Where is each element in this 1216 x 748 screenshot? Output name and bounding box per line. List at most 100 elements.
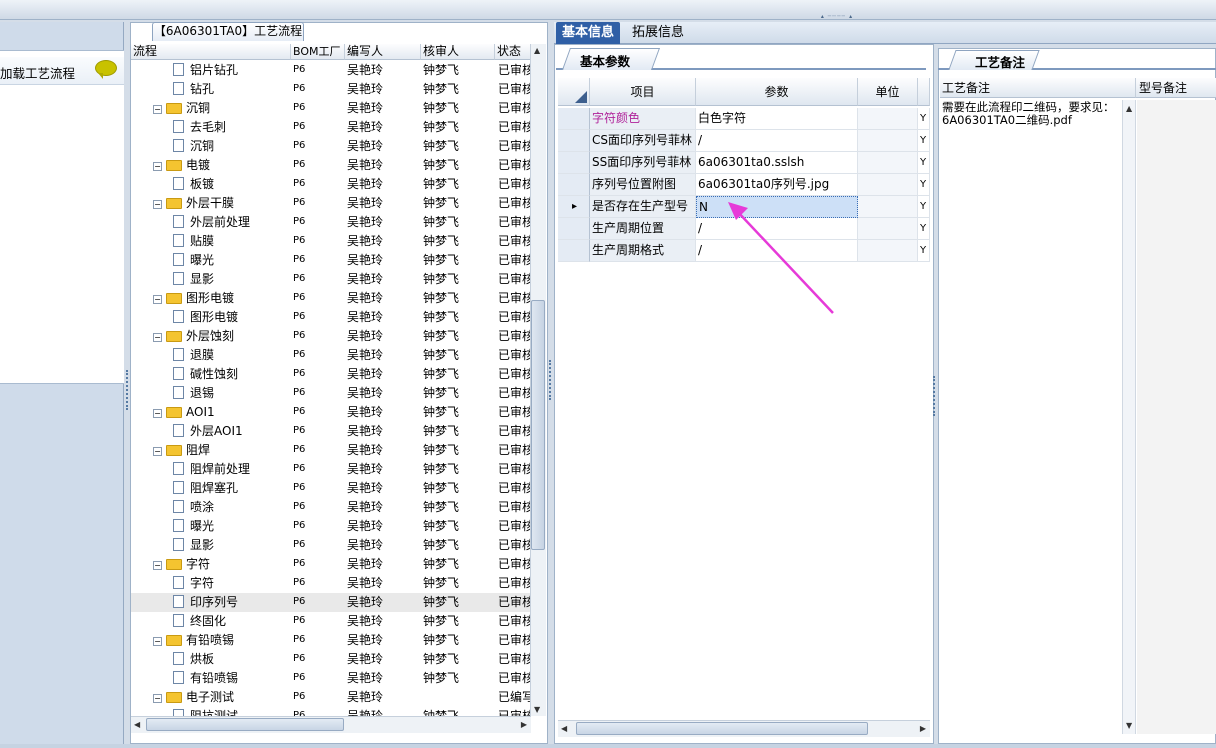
tab-basic-info[interactable]: 基本信息 [556,22,621,44]
param-row[interactable]: CS面印序列号菲林 / Y [558,130,930,152]
tree-row[interactable]: − 字符 P6 吴艳玲 钟梦飞 已审核 [131,555,531,574]
tree-row[interactable]: 字符 P6 吴艳玲 钟梦飞 已审核 [131,574,531,593]
tree-row[interactable]: 阻抗测试 P6 吴艳玲 钟梦飞 已审核 [131,707,531,716]
process-note-text[interactable]: 需要在此流程印二维码，要求见：6A06301TA0二维码.pdf [940,100,1122,720]
collapse-toggle-icon[interactable]: − [153,637,162,646]
row-selector[interactable] [558,218,590,240]
column-header-flow[interactable]: 流程 [131,44,291,60]
tree-row[interactable]: − 电镀 P6 吴艳玲 钟梦飞 已审核 [131,156,531,175]
tree-row[interactable]: 碱性蚀刻 P6 吴艳玲 钟梦飞 已审核 [131,365,531,384]
scroll-up-icon[interactable]: ▲ [534,46,540,55]
tree-node[interactable]: 图形电镀 [131,308,291,326]
param-unit-cell[interactable] [858,218,918,240]
scroll-right-icon[interactable]: ▶ [521,720,527,729]
tree-node[interactable]: − AOI1 [131,403,291,421]
column-header-model-note[interactable]: 型号备注 [1136,78,1216,98]
row-selector[interactable] [558,130,590,152]
column-header-param[interactable]: 参数 [696,78,858,106]
tree-row[interactable]: 退膜 P6 吴艳玲 钟梦飞 已审核 [131,346,531,365]
tree-row[interactable]: 外层AOI1 P6 吴艳玲 钟梦飞 已审核 [131,422,531,441]
collapse-toggle-icon[interactable]: − [153,105,162,114]
param-unit-cell[interactable] [858,152,918,174]
collapse-toggle-icon[interactable]: − [153,561,162,570]
tree-node[interactable]: 沉铜 [131,137,291,155]
chat-bubble-icon[interactable] [95,60,117,79]
tree-row[interactable]: 喷涂 P6 吴艳玲 钟梦飞 已审核 [131,498,531,517]
row-selector[interactable] [558,240,590,262]
tree-node[interactable]: 有铅喷锡 [131,669,291,687]
tree-row[interactable]: 板镀 P6 吴艳玲 钟梦飞 已审核 [131,175,531,194]
column-header-item[interactable]: 项目 [590,78,696,106]
tree-horizontal-scroll-thumb[interactable] [146,718,344,731]
tree-node[interactable]: 阻焊塞孔 [131,479,291,497]
collapse-toggle-icon[interactable]: − [153,200,162,209]
row-selector[interactable]: ▸ [558,196,590,218]
tree-node[interactable]: − 沉铜 [131,99,291,117]
tab-extended-info[interactable]: 拓展信息 [626,22,690,44]
scroll-up-icon[interactable]: ▲ [1126,104,1132,113]
model-note-cell[interactable] [1137,100,1216,734]
param-value-cell[interactable]: 6a06301ta0.sslsh [696,152,858,174]
tree-node[interactable]: 终固化 [131,612,291,630]
tree-node[interactable]: 铝片钻孔 [131,61,291,79]
tree-node[interactable]: 曝光 [131,251,291,269]
collapse-toggle-icon[interactable]: − [153,447,162,456]
tree-node[interactable]: 显影 [131,270,291,288]
tree-row[interactable]: 阻焊前处理 P6 吴艳玲 钟梦飞 已审核 [131,460,531,479]
scroll-down-icon[interactable]: ▼ [534,705,540,714]
tree-node[interactable]: 烘板 [131,650,291,668]
column-header-status[interactable]: 状态 [495,44,531,60]
tree-node[interactable]: 退锡 [131,384,291,402]
tree-node[interactable]: − 阻焊 [131,441,291,459]
row-header-corner[interactable] [558,78,590,106]
tree-node[interactable]: 外层AOI1 [131,422,291,440]
param-value-cell[interactable]: 6a06301ta0序列号.jpg [696,174,858,196]
tree-node[interactable]: − 字符 [131,555,291,573]
collapse-toggle-icon[interactable]: − [153,295,162,304]
tree-row[interactable]: − AOI1 P6 吴艳玲 钟梦飞 已审核 [131,403,531,422]
tree-node[interactable]: 钻孔 [131,80,291,98]
tree-node[interactable]: 字符 [131,574,291,592]
tree-node[interactable]: 阻抗测试 [131,707,291,716]
row-selector[interactable] [558,152,590,174]
tree-node[interactable]: − 外层蚀刻 [131,327,291,345]
tree-row[interactable]: 钻孔 P6 吴艳玲 钟梦飞 已审核 [131,80,531,99]
column-header-writer[interactable]: 编写人 [345,44,421,60]
tree-row[interactable]: − 阻焊 P6 吴艳玲 钟梦飞 已审核 [131,441,531,460]
process-flow-tab[interactable]: 【6A06301TA0】工艺流程 [152,22,304,41]
tree-vertical-scroll-thumb[interactable] [531,300,545,550]
column-header-reviewer[interactable]: 核审人 [421,44,495,60]
collapse-toggle-icon[interactable]: − [153,333,162,342]
tree-node[interactable]: 印序列号 [131,593,291,611]
tree-row[interactable]: 终固化 P6 吴艳玲 钟梦飞 已审核 [131,612,531,631]
param-unit-cell[interactable] [858,108,918,130]
param-row[interactable]: SS面印序列号菲林 6a06301ta0.sslsh Y [558,152,930,174]
column-header-bom[interactable]: BOM工厂 [291,44,345,60]
param-unit-cell[interactable] [858,174,918,196]
tree-node[interactable]: 曝光 [131,517,291,535]
collapse-toggle-icon[interactable]: − [153,162,162,171]
tree-row[interactable]: − 外层干膜 P6 吴艳玲 钟梦飞 已审核 [131,194,531,213]
tree-row[interactable]: 退锡 P6 吴艳玲 钟梦飞 已审核 [131,384,531,403]
tree-row[interactable]: 铝片钻孔 P6 吴艳玲 钟梦飞 已审核 [131,61,531,80]
column-header-unit[interactable]: 单位 [858,78,918,106]
tree-row[interactable]: 显影 P6 吴艳玲 钟梦飞 已审核 [131,270,531,289]
param-value-cell[interactable]: 白色字符 [696,108,858,130]
tree-node[interactable]: − 图形电镀 [131,289,291,307]
param-unit-cell[interactable] [858,196,918,218]
tree-node[interactable]: − 电子测试 [131,688,291,706]
column-header-process-note[interactable]: 工艺备注 [940,78,1136,98]
tree-node[interactable]: 退膜 [131,346,291,364]
tree-row[interactable]: 去毛刺 P6 吴艳玲 钟梦飞 已审核 [131,118,531,137]
tree-row[interactable]: 有铅喷锡 P6 吴艳玲 钟梦飞 已审核 [131,669,531,688]
collapse-toggle-icon[interactable]: − [153,694,162,703]
tree-node[interactable]: 阻焊前处理 [131,460,291,478]
tree-node[interactable]: 外层前处理 [131,213,291,231]
scroll-down-icon[interactable]: ▼ [1126,721,1132,730]
tree-row[interactable]: 外层前处理 P6 吴艳玲 钟梦飞 已审核 [131,213,531,232]
tree-row[interactable]: − 外层蚀刻 P6 吴艳玲 钟梦飞 已审核 [131,327,531,346]
scroll-left-icon[interactable]: ◀ [134,720,140,729]
tree-row[interactable]: 阻焊塞孔 P6 吴艳玲 钟梦飞 已审核 [131,479,531,498]
tree-node[interactable]: − 外层干膜 [131,194,291,212]
note-vertical-scrollbar[interactable]: ▲ ▼ [1122,100,1136,734]
